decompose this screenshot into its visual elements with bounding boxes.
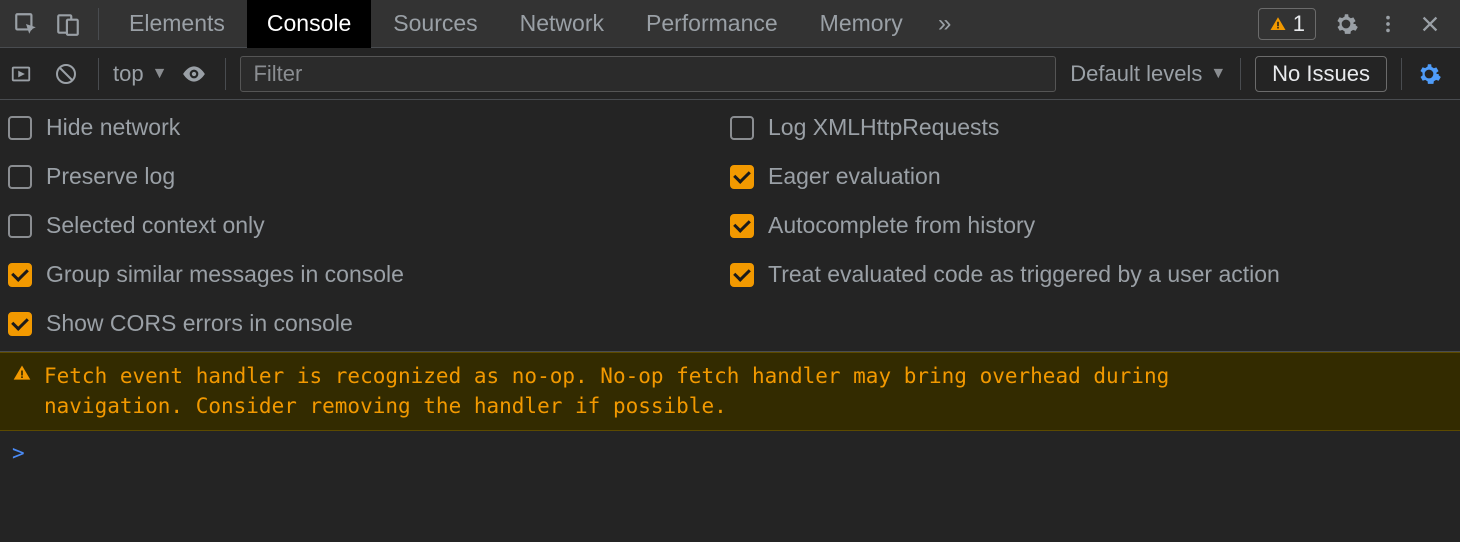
chevron-down-icon: ▼ (152, 65, 168, 83)
setting-preserve-log[interactable]: Preserve log (8, 163, 730, 190)
console-warning-message: Fetch event handler is recognized as no-… (0, 352, 1460, 431)
setting-autocomplete-history[interactable]: Autocomplete from history (730, 212, 1452, 239)
setting-group-similar[interactable]: Group similar messages in console (8, 261, 730, 288)
warning-text: Fetch event handler is recognized as no-… (44, 361, 1244, 422)
tab-elements[interactable]: Elements (109, 0, 245, 48)
separator (1240, 58, 1241, 90)
warning-triangle-icon (1269, 15, 1287, 33)
live-expression-icon[interactable] (181, 61, 211, 87)
filter-input[interactable] (240, 56, 1056, 92)
setting-label: Hide network (46, 114, 180, 141)
tab-network[interactable]: Network (500, 0, 624, 48)
devtools-tabbar: Elements Console Sources Network Perform… (0, 0, 1460, 48)
settings-right-column: Log XMLHttpRequests Eager evaluation Aut… (730, 114, 1452, 337)
setting-label: Selected context only (46, 212, 265, 239)
kebab-menu-icon[interactable] (1368, 0, 1408, 48)
setting-label: Treat evaluated code as triggered by a u… (768, 261, 1280, 288)
checkbox[interactable] (8, 116, 32, 140)
more-tabs-icon[interactable]: » (925, 0, 965, 48)
chevron-down-icon: ▼ (1210, 65, 1226, 83)
separator (1401, 58, 1402, 90)
tab-performance[interactable]: Performance (626, 0, 798, 48)
checkbox[interactable] (730, 165, 754, 189)
setting-label: Show CORS errors in console (46, 310, 353, 337)
clear-console-icon[interactable] (54, 62, 84, 86)
tab-sources[interactable]: Sources (373, 0, 497, 48)
checkbox[interactable] (730, 116, 754, 140)
toggle-sidebar-icon[interactable] (10, 63, 40, 85)
console-settings-panel: Hide network Preserve log Selected conte… (0, 100, 1460, 352)
close-devtools-icon[interactable] (1410, 0, 1450, 48)
checkbox[interactable] (730, 263, 754, 287)
tab-memory[interactable]: Memory (800, 0, 923, 48)
setting-label: Log XMLHttpRequests (768, 114, 999, 141)
setting-user-action-code[interactable]: Treat evaluated code as triggered by a u… (730, 261, 1452, 288)
inspect-element-icon[interactable] (6, 0, 46, 48)
settings-left-column: Hide network Preserve log Selected conte… (8, 114, 730, 337)
separator (225, 58, 226, 90)
setting-selected-context-only[interactable]: Selected context only (8, 212, 730, 239)
console-prompt[interactable]: > (0, 431, 1460, 475)
setting-log-xhr[interactable]: Log XMLHttpRequests (730, 114, 1452, 141)
checkbox[interactable] (8, 214, 32, 238)
setting-hide-network[interactable]: Hide network (8, 114, 730, 141)
prompt-chevron-icon: > (12, 441, 25, 465)
warnings-count: 1 (1293, 11, 1305, 37)
levels-label: Default levels (1070, 61, 1202, 87)
console-settings-gear-icon[interactable] (1416, 61, 1450, 87)
setting-label: Group similar messages in console (46, 261, 404, 288)
separator (98, 58, 99, 90)
checkbox[interactable] (8, 312, 32, 336)
warning-triangle-icon (12, 363, 32, 383)
settings-gear-icon[interactable] (1326, 0, 1366, 48)
separator (98, 8, 99, 40)
checkbox[interactable] (8, 165, 32, 189)
tab-console[interactable]: Console (247, 0, 371, 48)
setting-eager-evaluation[interactable]: Eager evaluation (730, 163, 1452, 190)
checkbox[interactable] (730, 214, 754, 238)
warnings-badge[interactable]: 1 (1258, 8, 1316, 40)
device-toolbar-icon[interactable] (48, 0, 88, 48)
checkbox[interactable] (8, 263, 32, 287)
setting-label: Autocomplete from history (768, 212, 1035, 239)
issues-button[interactable]: No Issues (1255, 56, 1387, 92)
setting-label: Eager evaluation (768, 163, 941, 190)
setting-show-cors[interactable]: Show CORS errors in console (8, 310, 730, 337)
context-label: top (113, 61, 144, 87)
setting-label: Preserve log (46, 163, 175, 190)
log-levels-select[interactable]: Default levels ▼ (1070, 61, 1226, 87)
execution-context-select[interactable]: top ▼ (113, 61, 167, 87)
console-toolbar: top ▼ Default levels ▼ No Issues (0, 48, 1460, 100)
